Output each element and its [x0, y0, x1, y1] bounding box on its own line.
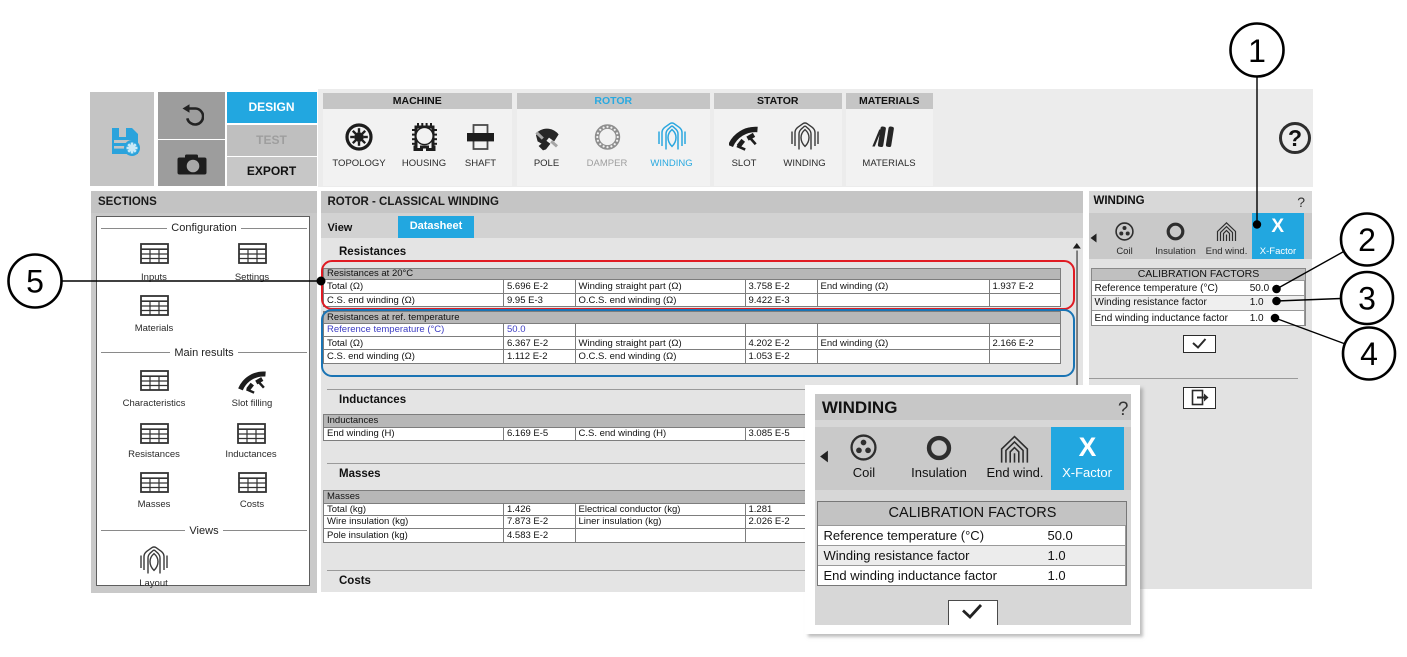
svg-text:5: 5 — [26, 264, 44, 300]
svg-text:3: 3 — [1358, 281, 1376, 317]
svg-text:4: 4 — [1360, 336, 1378, 372]
svg-text:2: 2 — [1358, 222, 1376, 258]
svg-text:1: 1 — [1248, 33, 1266, 69]
